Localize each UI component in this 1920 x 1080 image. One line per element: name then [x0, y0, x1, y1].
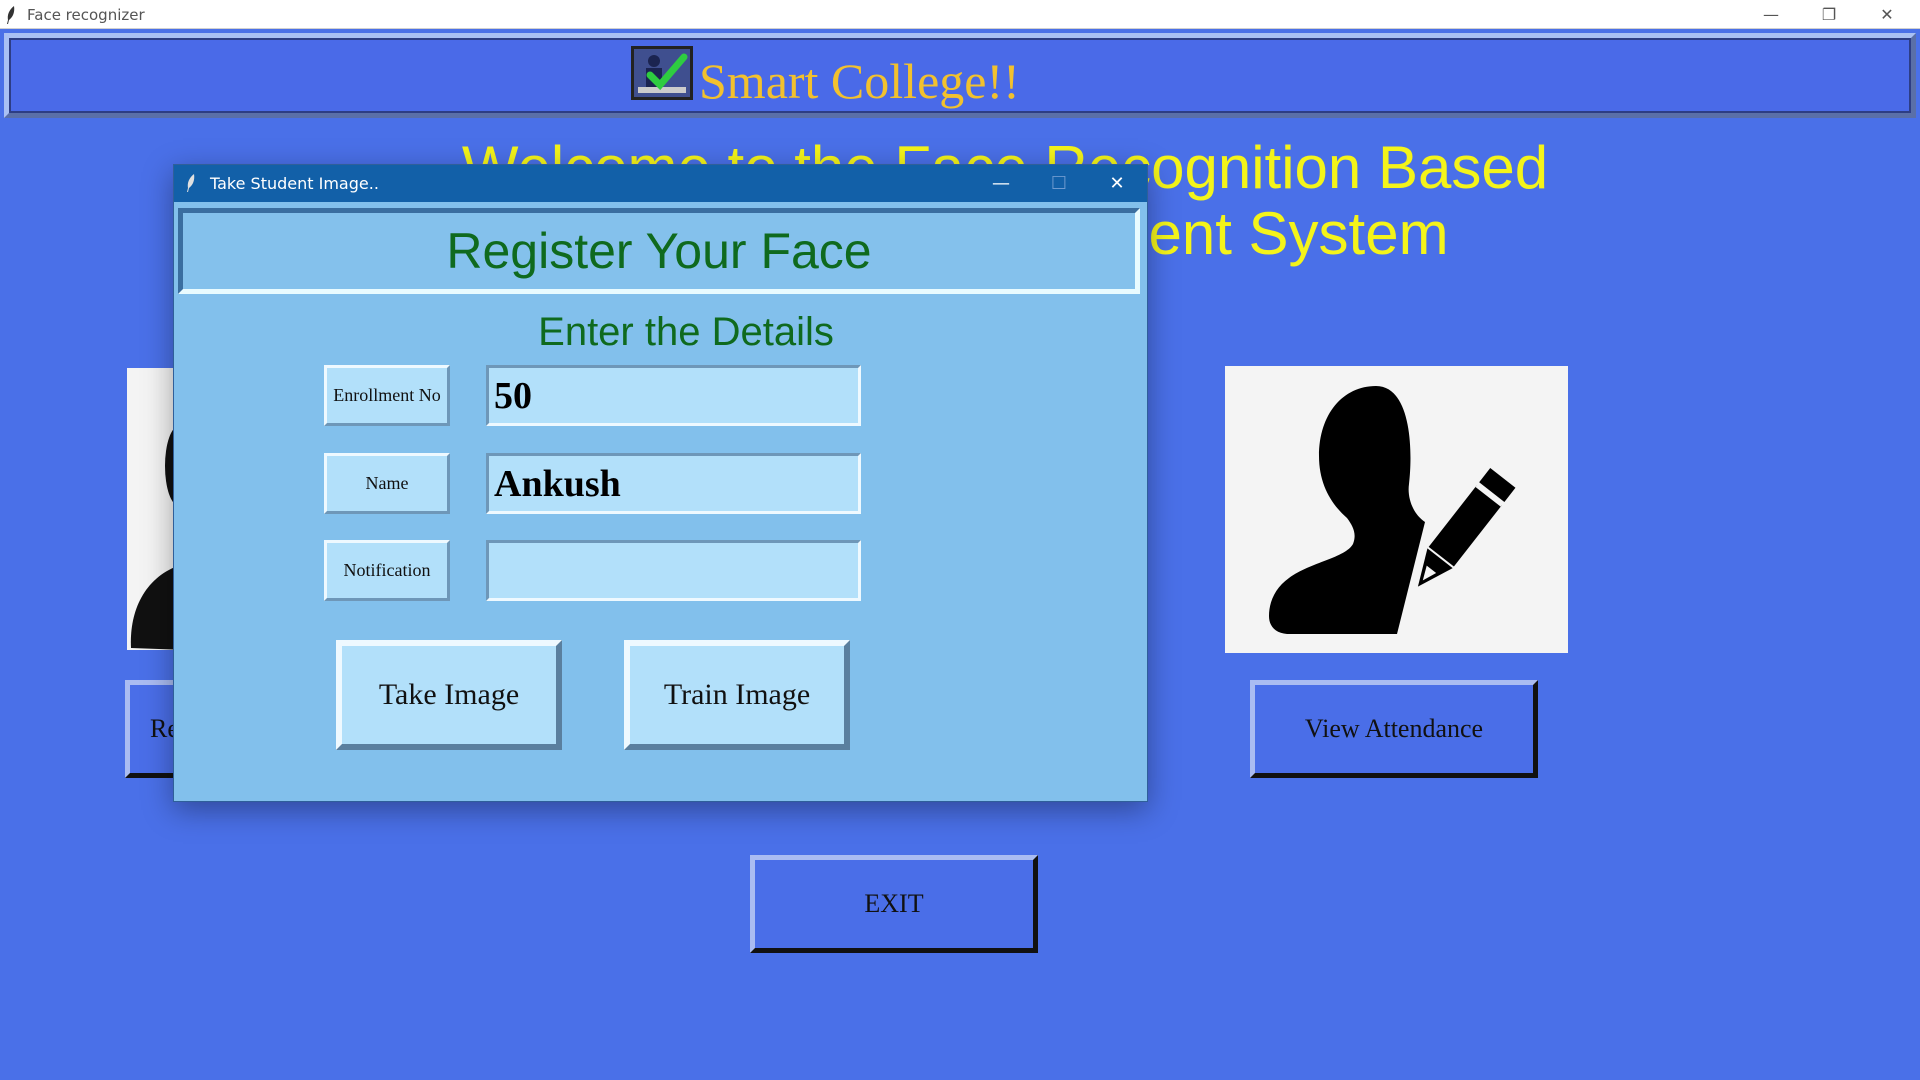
take-student-image-dialog: Take Student Image.. — ☐ ✕ Register Your…: [173, 164, 1148, 802]
dialog-title: Take Student Image..: [210, 174, 379, 193]
dialog-minimize-button[interactable]: —: [972, 165, 1030, 202]
restore-button[interactable]: ❐: [1800, 0, 1858, 29]
train-image-button[interactable]: Train Image: [624, 640, 850, 750]
exit-button[interactable]: EXIT: [750, 855, 1038, 953]
dialog-maximize-button: ☐: [1050, 173, 1068, 194]
take-image-button[interactable]: Take Image: [336, 640, 562, 750]
minimize-button[interactable]: —: [1742, 0, 1800, 29]
name-label: Name: [324, 453, 450, 514]
feather-icon: [187, 174, 195, 192]
user-edit-icon: [1269, 386, 1516, 634]
name-input[interactable]: [486, 453, 861, 514]
register-heading-banner: Register Your Face: [178, 208, 1140, 294]
register-heading: Register Your Face: [446, 223, 872, 279]
dialog-close-button[interactable]: ✕: [1088, 165, 1146, 202]
app-title: Smart College!!: [699, 53, 1020, 109]
enter-details-heading: Enter the Details: [538, 310, 834, 354]
attendance-logo-icon: [631, 46, 693, 100]
dialog-titlebar: Take Student Image.. — ☐ ✕: [174, 165, 1147, 202]
notification-field: [486, 540, 861, 601]
view-attendance-image-panel: [1225, 366, 1568, 653]
enrollment-input[interactable]: [486, 365, 861, 426]
window-title: Face recognizer: [27, 6, 145, 24]
notification-label: Notification: [324, 540, 450, 601]
enrollment-label: Enrollment No: [324, 365, 450, 426]
header-banner: Smart College!!: [4, 33, 1916, 118]
close-button[interactable]: ✕: [1858, 0, 1916, 29]
logo-graphic: [634, 49, 690, 97]
feather-icon: [7, 6, 15, 24]
view-attendance-button[interactable]: View Attendance: [1250, 680, 1538, 778]
window-titlebar: Face recognizer — ❐ ✕: [0, 0, 1920, 29]
